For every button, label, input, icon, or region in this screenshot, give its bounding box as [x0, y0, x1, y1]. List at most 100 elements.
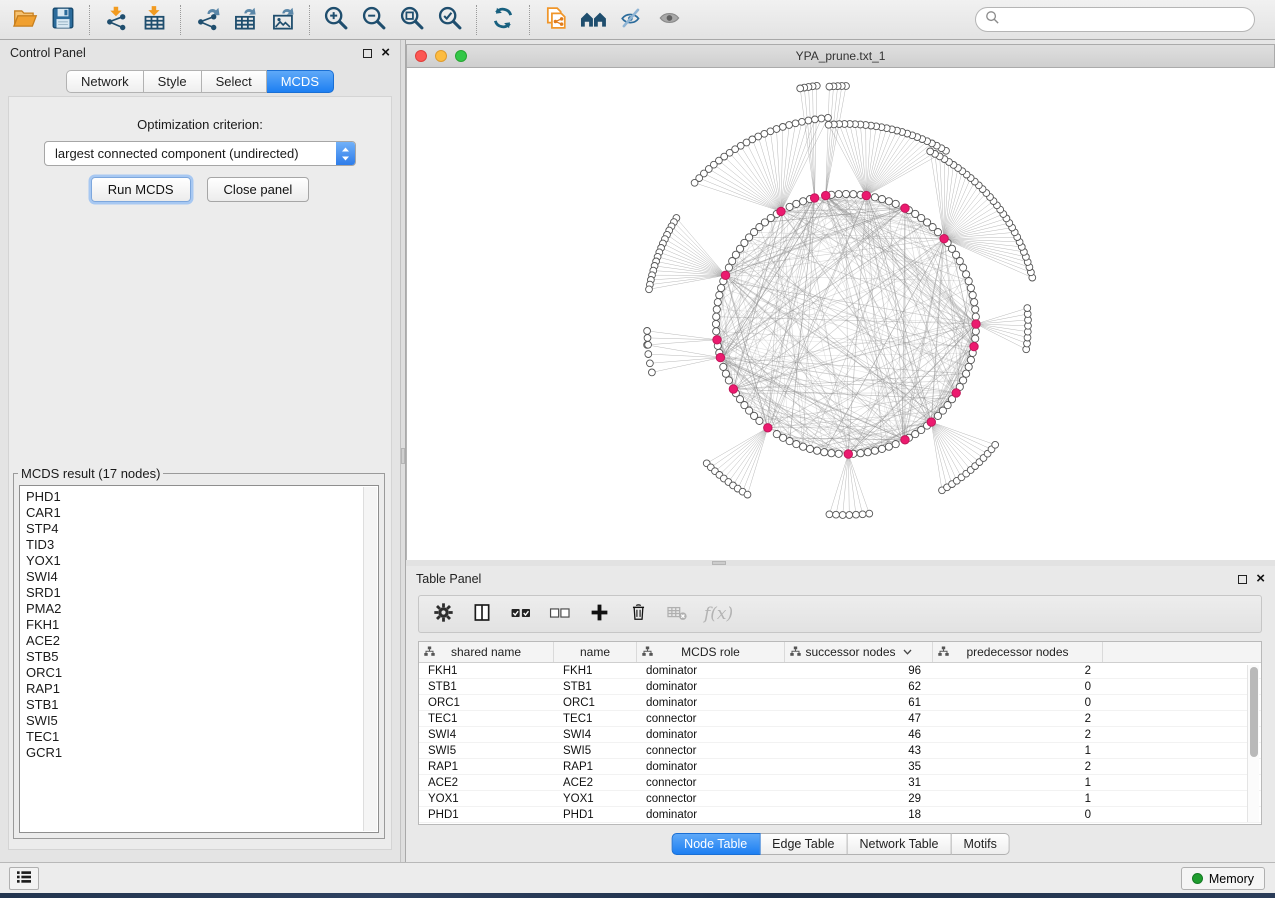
table-cell[interactable]: RAP1	[554, 761, 637, 773]
close-panel-icon[interactable]: ×	[381, 48, 390, 58]
table-cell[interactable]: connector	[637, 793, 785, 805]
select-all-rows-button[interactable]	[509, 601, 533, 627]
column-header-successor-nodes[interactable]: successor nodes	[785, 642, 933, 662]
table-cell[interactable]: 43	[785, 745, 933, 757]
table-cell[interactable]: 35	[785, 761, 933, 773]
table-cell[interactable]: RAP1	[419, 761, 554, 773]
table-row[interactable]: SWI5SWI5connector431	[419, 743, 1261, 759]
zoom-in-button[interactable]	[317, 3, 355, 37]
scrollbar-thumb[interactable]	[1250, 667, 1258, 757]
table-cell[interactable]: connector	[637, 745, 785, 757]
table-cell[interactable]: STB1	[419, 681, 554, 693]
mcds-result-item[interactable]: PMA2	[26, 601, 378, 617]
table-cell[interactable]: dominator	[637, 729, 785, 741]
mcds-result-item[interactable]: ACE2	[26, 633, 378, 649]
table-cell[interactable]: 96	[785, 665, 933, 677]
zoom-fit-button[interactable]	[393, 3, 431, 37]
table-cell[interactable]: TEC1	[554, 713, 637, 725]
table-cell[interactable]: dominator	[637, 681, 785, 693]
run-mcds-button[interactable]: Run MCDS	[91, 177, 191, 202]
hide-selected-button[interactable]	[613, 3, 651, 37]
table-row[interactable]: PHD1PHD1dominator180	[419, 807, 1261, 823]
table-cell[interactable]: 2	[933, 665, 1103, 677]
table-cell[interactable]: ORC1	[419, 697, 554, 709]
tab-style[interactable]: Style	[144, 70, 202, 93]
task-history-button[interactable]	[9, 867, 39, 890]
memory-button[interactable]: Memory	[1181, 867, 1265, 890]
mcds-result-item[interactable]: CAR1	[26, 505, 378, 521]
export-network-button[interactable]	[188, 3, 226, 37]
refresh-view-button[interactable]	[484, 3, 522, 37]
table-cell[interactable]: 61	[785, 697, 933, 709]
mcds-result-item[interactable]: YOX1	[26, 553, 378, 569]
tab-node-table[interactable]: Node Table	[671, 833, 760, 855]
add-column-button[interactable]	[587, 601, 611, 627]
table-cell[interactable]: PHD1	[554, 809, 637, 821]
show-all-button[interactable]	[651, 3, 689, 37]
tab-network-table[interactable]: Network Table	[848, 833, 952, 855]
zoom-selected-button[interactable]	[431, 3, 469, 37]
open-file-button[interactable]	[6, 3, 44, 37]
mcds-result-item[interactable]: SWI4	[26, 569, 378, 585]
tab-select[interactable]: Select	[202, 70, 267, 93]
table-cell[interactable]: 2	[933, 761, 1103, 773]
tab-motifs[interactable]: Motifs	[951, 833, 1009, 855]
table-cell[interactable]: 46	[785, 729, 933, 741]
tab-mcds[interactable]: MCDS	[267, 70, 334, 93]
splitter-handle[interactable]	[712, 561, 726, 565]
delete-table-button[interactable]	[665, 601, 689, 627]
table-cell[interactable]: dominator	[637, 761, 785, 773]
tab-edge-table[interactable]: Edge Table	[760, 833, 847, 855]
column-header-name[interactable]: name	[554, 642, 637, 662]
table-cell[interactable]: 0	[933, 809, 1103, 821]
first-neighbors-button[interactable]	[575, 3, 613, 37]
network-view-canvas[interactable]	[406, 68, 1275, 560]
search-input[interactable]	[1006, 11, 1245, 28]
sort-descending-icon[interactable]	[903, 649, 912, 655]
close-panel-button[interactable]: Close panel	[207, 177, 310, 202]
float-panel-icon[interactable]	[1238, 575, 1247, 584]
table-cell[interactable]: SWI5	[419, 745, 554, 757]
table-cell[interactable]: 2	[933, 713, 1103, 725]
result-scrollbar[interactable]	[363, 487, 377, 831]
table-cell[interactable]: 2	[933, 729, 1103, 741]
close-panel-icon[interactable]: ×	[1256, 574, 1265, 584]
float-panel-icon[interactable]	[363, 49, 372, 58]
table-cell[interactable]: SWI4	[419, 729, 554, 741]
mcds-result-item[interactable]: ORC1	[26, 665, 378, 681]
table-cell[interactable]: 31	[785, 777, 933, 789]
zoom-out-button[interactable]	[355, 3, 393, 37]
column-header-predecessor-nodes[interactable]: predecessor nodes	[933, 642, 1103, 662]
table-row[interactable]: YOX1YOX1connector291	[419, 791, 1261, 807]
optimization-criterion-select[interactable]: largest connected component (undirected)	[44, 141, 356, 166]
mcds-result-item[interactable]: FKH1	[26, 617, 378, 633]
table-row[interactable]: STB1STB1dominator620	[419, 679, 1261, 695]
table-row[interactable]: SWI4SWI4dominator462	[419, 727, 1261, 743]
table-cell[interactable]: TEC1	[419, 713, 554, 725]
network-window-titlebar[interactable]: YPA_prune.txt_1	[406, 44, 1275, 68]
table-cell[interactable]: 1	[933, 793, 1103, 805]
table-cell[interactable]: 1	[933, 777, 1103, 789]
import-network-button[interactable]	[97, 3, 135, 37]
mcds-result-listbox[interactable]: PHD1CAR1STP4TID3YOX1SWI4SRD1PMA2FKH1ACE2…	[19, 485, 379, 833]
table-settings-button[interactable]	[431, 601, 455, 627]
mcds-result-item[interactable]: STB1	[26, 697, 378, 713]
table-cell[interactable]: 62	[785, 681, 933, 693]
table-cell[interactable]: ACE2	[419, 777, 554, 789]
table-cell[interactable]: STB1	[554, 681, 637, 693]
table-cell[interactable]: FKH1	[554, 665, 637, 677]
export-image-button[interactable]	[264, 3, 302, 37]
table-cell[interactable]: 29	[785, 793, 933, 805]
table-cell[interactable]: 0	[933, 697, 1103, 709]
table-cell[interactable]: 18	[785, 809, 933, 821]
table-row[interactable]: FKH1FKH1dominator962	[419, 663, 1261, 679]
mcds-result-item[interactable]: GCR1	[26, 745, 378, 761]
table-row[interactable]: ACE2ACE2connector311	[419, 775, 1261, 791]
table-cell[interactable]: dominator	[637, 697, 785, 709]
save-session-button[interactable]	[44, 3, 82, 37]
import-table-button[interactable]	[135, 3, 173, 37]
table-cell[interactable]: ACE2	[554, 777, 637, 789]
mcds-result-item[interactable]: STP4	[26, 521, 378, 537]
graph-nodes[interactable]	[644, 82, 1036, 518]
table-row[interactable]: ORC1ORC1dominator610	[419, 695, 1261, 711]
